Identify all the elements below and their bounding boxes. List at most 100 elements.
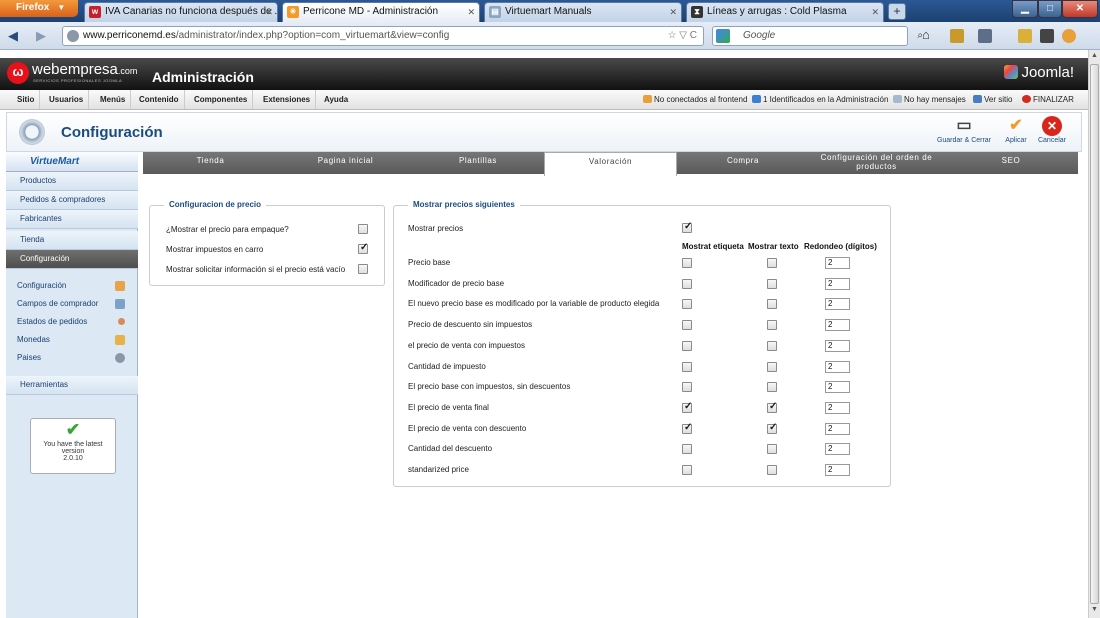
screen-icon[interactable]: [978, 29, 992, 43]
tab-seo[interactable]: SEO: [944, 152, 1078, 174]
sidebar-item-productos[interactable]: Productos: [6, 172, 138, 191]
price-row-label-checkbox[interactable]: [682, 465, 692, 475]
vertical-scrollbar[interactable]: ▲ ▼: [1088, 50, 1100, 618]
menu-componentes[interactable]: Componentes: [189, 90, 254, 109]
price-row-label-checkbox[interactable]: [682, 320, 692, 331]
tab-orden-productos[interactable]: Configuración del orden de productos: [809, 152, 944, 174]
tab-valoracion[interactable]: Valoración: [544, 152, 677, 176]
scroll-down-arrow-icon[interactable]: ▼: [1091, 606, 1098, 613]
sidebar-item-pedidos[interactable]: Pedidos & compradores: [6, 191, 138, 210]
price-row-label-checkbox[interactable]: ✓: [682, 422, 692, 434]
menu-extensiones[interactable]: Extensiones: [258, 90, 317, 109]
save-close-button[interactable]: ▭ Guardar & Cerrar: [933, 116, 995, 144]
joomla-logo-text: Joomla!: [1021, 64, 1074, 81]
cancel-label: Cancelar: [1037, 137, 1066, 144]
browser-tab-perricone[interactable]: ✳ Perricone MD - Administración ✕: [282, 2, 480, 22]
menu-sitio[interactable]: Sitio: [12, 90, 41, 109]
home-icon[interactable]: ⌂: [922, 27, 936, 42]
price-row-label-checkbox[interactable]: [682, 258, 692, 268]
price-row-rounding-input[interactable]: 2: [825, 257, 850, 269]
tab-compra[interactable]: Compra: [677, 152, 809, 174]
menu-usuarios[interactable]: Usuarios: [44, 90, 90, 109]
price-row-text-checkbox[interactable]: [767, 361, 777, 372]
scrollbar-thumb[interactable]: [1090, 64, 1099, 604]
scroll-up-arrow-icon[interactable]: ▲: [1091, 52, 1098, 59]
close-icon[interactable]: ✕: [871, 3, 879, 21]
apply-button[interactable]: ✔ Aplicar: [1001, 116, 1031, 144]
extension-icon[interactable]: [1040, 29, 1054, 43]
close-icon[interactable]: ✕: [669, 3, 677, 21]
price-row-text-checkbox[interactable]: [767, 258, 777, 268]
sidebar-item-fabricantes[interactable]: Fabricantes: [6, 210, 138, 229]
price-row-text-checkbox[interactable]: [767, 444, 777, 455]
logout-link[interactable]: FINALIZAR: [1022, 90, 1074, 109]
sidebar-sub-paises[interactable]: Paises: [17, 350, 129, 366]
sidebar-sub-campos[interactable]: Campos de comprador: [17, 296, 129, 312]
sidebar-item-configuracion[interactable]: Configuración: [6, 250, 138, 269]
sidebar-item-herramientas[interactable]: Herramientas: [6, 376, 138, 395]
price-row-rounding-input[interactable]: 2: [825, 360, 850, 373]
back-arrow-icon[interactable]: ◀: [8, 28, 18, 44]
bookmarks-icon[interactable]: [1018, 29, 1032, 43]
bookmark-star-icon[interactable]: ☆ ▽ C: [668, 27, 697, 45]
price-row-rounding-input[interactable]: 2: [825, 422, 850, 435]
browser-tab-virtuemart[interactable]: ▤ Virtuemart Manuals ✕: [484, 2, 682, 22]
sidebar-item-tienda[interactable]: Tienda: [6, 231, 138, 250]
price-row-label-checkbox[interactable]: ✓: [682, 401, 692, 413]
price-row-text-checkbox[interactable]: ✓: [767, 422, 777, 434]
price-row-label-checkbox[interactable]: [682, 444, 692, 455]
price-row-text-checkbox[interactable]: [767, 382, 777, 393]
price-row-rounding-input[interactable]: 2: [825, 339, 850, 352]
minimize-button[interactable]: ▁: [1012, 0, 1038, 18]
menu-contenido[interactable]: Contenido: [134, 90, 185, 109]
price-row-rounding-input[interactable]: 2: [825, 464, 850, 476]
column-header-rounding: Redondeo (dígitos): [804, 242, 877, 251]
price-row-label-checkbox[interactable]: [682, 340, 692, 351]
tab-plantillas[interactable]: Plantillas: [413, 152, 543, 174]
menu-ayuda[interactable]: Ayuda: [319, 90, 353, 109]
sidebar-sub-estados[interactable]: Estados de pedidos: [17, 314, 129, 330]
price-config-checkbox-1[interactable]: ✓: [358, 242, 368, 254]
close-icon[interactable]: ✕: [265, 3, 273, 21]
close-icon[interactable]: ✕: [467, 3, 475, 21]
ff-addon-icon[interactable]: [1062, 29, 1076, 43]
price-row-text-checkbox[interactable]: [767, 465, 777, 475]
maximize-button[interactable]: □: [1038, 0, 1062, 18]
firefox-menu-button[interactable]: Firefox ▼: [0, 0, 78, 17]
addon-icon[interactable]: [950, 29, 964, 43]
tab-pagina-inicial[interactable]: Pagina inicial: [278, 152, 413, 174]
price-config-checkbox-2[interactable]: [358, 264, 368, 274]
sidebar-sub-monedas[interactable]: Monedas: [17, 332, 129, 348]
price-row-label-checkbox[interactable]: [682, 299, 692, 310]
browser-tab-lineas[interactable]: ⧗ Líneas y arrugas : Cold Plasma ✕: [686, 2, 884, 22]
price-row-text-checkbox[interactable]: [767, 340, 777, 351]
price-row-label-checkbox[interactable]: [682, 278, 692, 289]
show-prices-checkbox[interactable]: ✓: [682, 221, 692, 233]
status-messages[interactable]: No hay mensajes: [893, 90, 966, 109]
price-row-text-checkbox[interactable]: [767, 278, 777, 289]
search-input[interactable]: Google ⌕: [712, 26, 923, 46]
price-row-rounding-input[interactable]: 2: [825, 443, 850, 456]
price-row-text-checkbox[interactable]: [767, 299, 777, 310]
price-row-text-checkbox[interactable]: [767, 320, 777, 331]
forward-arrow-icon[interactable]: ▶: [36, 28, 46, 44]
price-row-rounding-input[interactable]: 2: [825, 277, 850, 290]
new-tab-button[interactable]: +: [888, 3, 906, 20]
view-site-link[interactable]: Ver sitio: [973, 90, 1012, 109]
price-row-label-checkbox[interactable]: [682, 382, 692, 393]
browser-tab-iva[interactable]: w IVA Canarias no funciona después de ..…: [84, 2, 278, 22]
price-row-label-checkbox[interactable]: [682, 361, 692, 372]
menu-menus[interactable]: Menús: [95, 90, 132, 109]
sidebar-sub-configuracion[interactable]: Configuración: [17, 278, 129, 294]
price-row-text-checkbox[interactable]: ✓: [767, 401, 777, 413]
firefox-menu-label: Firefox: [16, 2, 50, 13]
address-bar[interactable]: www.perriconemd.es/administrator/index.p…: [62, 26, 704, 46]
cancel-button[interactable]: ✕ Cancelar: [1035, 116, 1069, 144]
tab-tienda[interactable]: Tienda: [143, 152, 278, 174]
price-row-rounding-input[interactable]: 2: [825, 381, 850, 394]
price-row-rounding-input[interactable]: 2: [825, 319, 850, 332]
price-config-checkbox-0[interactable]: [358, 224, 368, 234]
price-row-rounding-input[interactable]: 2: [825, 298, 850, 311]
price-row-rounding-input[interactable]: 2: [825, 401, 850, 414]
window-close-button[interactable]: ✕: [1062, 0, 1098, 18]
